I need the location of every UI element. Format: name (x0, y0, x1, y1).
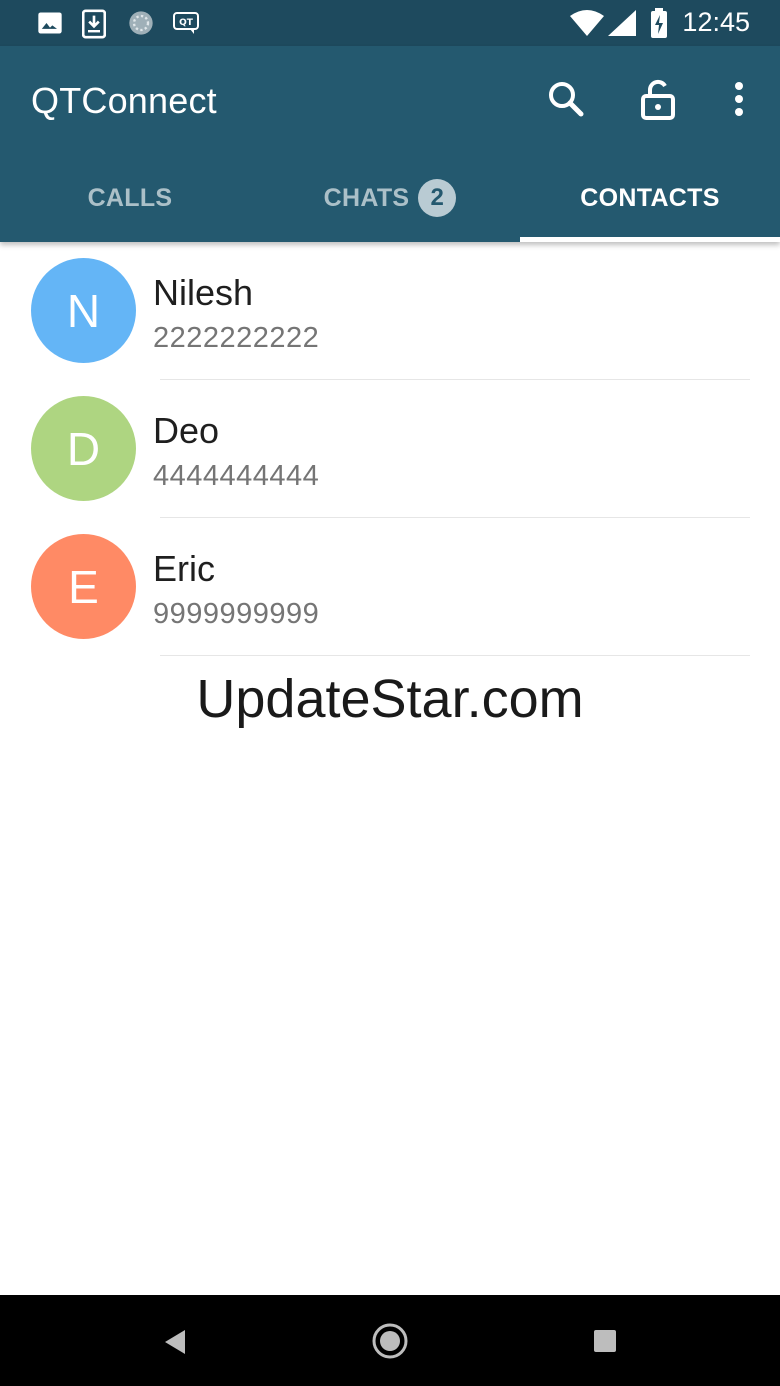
tab-chats-label: CHATS (323, 183, 410, 212)
app-screen: QT 12:45 QTConnect CALLS CHATS 2 CONTACT… (0, 0, 780, 1386)
qt-icon: QT (172, 9, 200, 42)
tab-calls-label: CALLS (87, 183, 173, 212)
contact-list: N Nilesh 2222222222 D Deo 4444444444 E E… (0, 242, 780, 656)
contact-row-nilesh[interactable]: N Nilesh 2222222222 (0, 242, 780, 380)
search-button[interactable] (542, 76, 590, 124)
contact-phone: 9999999999 (153, 598, 320, 630)
app-bar: QTConnect CALLS CHATS 2 CONTACTS (0, 46, 780, 242)
navigation-bar (0, 1295, 780, 1386)
contact-phone: 2222222222 (153, 322, 320, 354)
tab-bar: CALLS CHATS 2 CONTACTS (0, 154, 780, 242)
sync-icon (127, 9, 155, 42)
lock-button[interactable] (634, 76, 682, 124)
wifi-icon (570, 10, 604, 41)
more-vert-icon (715, 76, 763, 124)
recents-icon (581, 1330, 629, 1369)
contact-row-deo[interactable]: D Deo 4444444444 (0, 380, 780, 518)
watermark: UpdateStar.com (196, 669, 584, 729)
contact-name: Eric (153, 548, 215, 589)
status-time: 12:45 (682, 7, 750, 37)
app-title: QTConnect (31, 80, 217, 121)
tab-calls[interactable]: CALLS (0, 154, 260, 242)
lock-open-icon (634, 76, 682, 124)
divider (160, 655, 750, 656)
search-icon (542, 76, 590, 124)
tab-chats[interactable]: CHATS 2 (260, 154, 520, 242)
contact-name: Deo (153, 410, 220, 451)
tab-contacts-label: CONTACTS (580, 183, 720, 212)
home-icon (366, 1323, 414, 1369)
more-options-button[interactable] (715, 76, 763, 124)
contact-row-eric[interactable]: E Eric 9999999999 (0, 518, 780, 656)
qt-icon-label: QT (179, 18, 194, 28)
image-icon (36, 9, 64, 42)
recents-button[interactable] (581, 1317, 629, 1365)
status-bar: QT 12:45 (0, 0, 780, 46)
avatar: E (31, 534, 136, 639)
avatar: D (31, 396, 136, 501)
home-button[interactable] (366, 1317, 414, 1365)
back-icon (151, 1330, 199, 1369)
avatar: N (31, 258, 136, 363)
unread-badge: 2 (418, 179, 457, 217)
battery-charging-icon (650, 8, 668, 43)
contact-phone: 4444444444 (153, 460, 320, 492)
contact-name: Nilesh (153, 272, 254, 313)
tab-contacts[interactable]: CONTACTS (520, 154, 780, 242)
signal-icon (608, 10, 636, 41)
download-icon (81, 9, 107, 44)
back-button[interactable] (151, 1317, 199, 1365)
